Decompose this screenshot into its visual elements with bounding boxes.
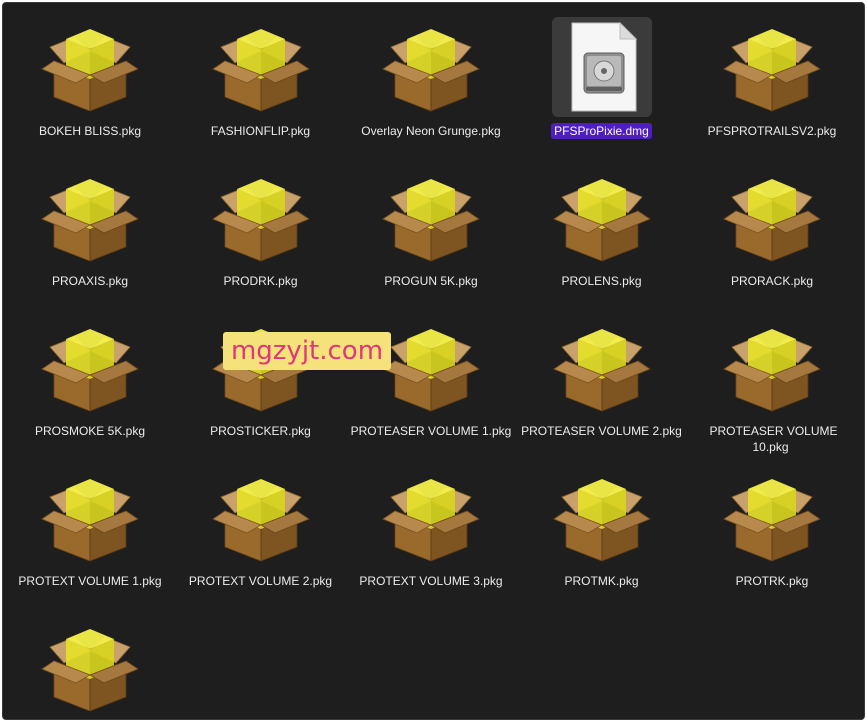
file-name-text: FASHIONFLIP.pkg (210, 124, 311, 138)
file-name-text: PROTRK.pkg (735, 574, 809, 588)
file-name-label[interactable]: PROGUN 5K.pkg (346, 273, 516, 289)
file-item[interactable]: PROSMOKE 5K.pkg (5, 303, 175, 453)
file-name-text: PROAXIS.pkg (51, 274, 129, 288)
file-name-label[interactable]: Overlay Neon Grunge.pkg (346, 123, 516, 139)
file-item[interactable]: PRORACK.pkg (687, 153, 857, 303)
file-name-text: PFSProPixie.dmg (551, 123, 652, 139)
file-name-label[interactable]: PROTEXT VOLUME 3.pkg (346, 573, 516, 589)
file-item[interactable]: PROTEXT VOLUME 1.pkg (5, 453, 175, 603)
package-icon[interactable] (40, 17, 140, 117)
file-item[interactable]: PROTMK.pkg (517, 453, 687, 603)
file-name-text: PROTEASER VOLUME 1.pkg (350, 424, 512, 438)
file-name-label[interactable]: PROTEASER VOLUME 1.pkg (346, 423, 516, 439)
package-icon[interactable] (722, 467, 822, 567)
file-item[interactable]: FASHIONFLIP.pkg (176, 3, 346, 153)
file-name-label[interactable]: PRORACK.pkg (687, 273, 857, 289)
file-name-text: PROTEXT VOLUME 1.pkg (18, 574, 162, 588)
file-name-label[interactable]: PROTEASER VOLUME 10.pkg (687, 423, 857, 455)
icon-grid: BOKEH BLISS.pkg FASHIONFLIP.pkg Overlay … (3, 3, 864, 719)
package-icon[interactable] (211, 467, 311, 567)
file-name-label[interactable]: PROLENS.pkg (517, 273, 687, 289)
file-item[interactable]: PROTEASER VOLUME 2.pkg (517, 303, 687, 453)
package-icon[interactable] (40, 617, 140, 717)
file-item[interactable]: PROSTICKER.pkg (176, 303, 346, 453)
package-icon[interactable] (722, 17, 822, 117)
file-name-label[interactable]: PRODRK.pkg (176, 273, 346, 289)
file-name-text: Overlay Neon Grunge.pkg (361, 124, 501, 138)
package-icon[interactable] (722, 167, 822, 267)
file-name-text: PROTEASER VOLUME 10.pkg (709, 424, 838, 454)
file-item[interactable]: PRODRK.pkg (176, 153, 346, 303)
file-item[interactable]: PROLENS.pkg (517, 153, 687, 303)
file-name-text: BOKEH BLISS.pkg (38, 124, 142, 138)
file-name-label[interactable]: PFSPROTRAILSV2.pkg (687, 123, 857, 139)
file-item[interactable]: BOKEH BLISS.pkg (5, 3, 175, 153)
file-name-text: PRODRK.pkg (223, 274, 298, 288)
file-name-text: PROSMOKE 5K.pkg (34, 424, 146, 438)
file-name-label[interactable]: PROAXIS.pkg (5, 273, 175, 289)
file-item[interactable]: PROTEASER VOLUME 1.pkg (346, 303, 516, 453)
package-icon[interactable] (552, 167, 652, 267)
package-icon[interactable] (722, 317, 822, 417)
file-item[interactable] (5, 603, 175, 719)
file-name-text: PROTEASER VOLUME 2.pkg (521, 424, 682, 438)
package-icon[interactable] (381, 467, 481, 567)
package-icon[interactable] (381, 317, 481, 417)
disk-image-icon[interactable] (551, 17, 652, 117)
file-name-label[interactable]: PROSMOKE 5K.pkg (5, 423, 175, 439)
file-item[interactable]: Overlay Neon Grunge.pkg (346, 3, 516, 153)
file-name-label[interactable]: PFSProPixie.dmg (517, 123, 687, 139)
package-icon[interactable] (552, 317, 652, 417)
package-icon[interactable] (40, 317, 140, 417)
file-name-label[interactable]: PROTEXT VOLUME 2.pkg (176, 573, 346, 589)
package-icon[interactable] (40, 167, 140, 267)
file-item[interactable]: PROGUN 5K.pkg (346, 153, 516, 303)
file-name-text: PROTMK.pkg (564, 574, 639, 588)
file-name-label[interactable]: FASHIONFLIP.pkg (176, 123, 346, 139)
file-name-text: PROTEXT VOLUME 3.pkg (359, 574, 503, 588)
package-icon[interactable] (381, 167, 481, 267)
package-icon[interactable] (211, 17, 311, 117)
file-item[interactable]: PFSPROTRAILSV2.pkg (687, 3, 857, 153)
file-name-text: PROTEXT VOLUME 2.pkg (188, 574, 333, 588)
file-name-label[interactable]: PROTMK.pkg (517, 573, 687, 589)
finder-window: BOKEH BLISS.pkg FASHIONFLIP.pkg Overlay … (2, 2, 865, 720)
file-item[interactable]: PROTRK.pkg (687, 453, 857, 603)
package-icon[interactable] (381, 17, 481, 117)
file-name-text: PROLENS.pkg (561, 274, 642, 288)
file-name-label[interactable]: PROSTICKER.pkg (176, 423, 346, 439)
file-item[interactable]: PROTEXT VOLUME 2.pkg (176, 453, 346, 603)
file-name-text: PRORACK.pkg (730, 274, 814, 288)
file-item[interactable]: PROTEXT VOLUME 3.pkg (346, 453, 516, 603)
package-icon[interactable] (552, 467, 652, 567)
file-name-label[interactable]: BOKEH BLISS.pkg (5, 123, 175, 139)
watermark: mgzyjt.com (223, 332, 391, 370)
file-name-label[interactable]: PROTRK.pkg (687, 573, 857, 589)
file-item[interactable]: PFSProPixie.dmg (517, 3, 687, 153)
file-name-text: PFSPROTRAILSV2.pkg (707, 124, 837, 138)
file-item[interactable]: PROAXIS.pkg (5, 153, 175, 303)
package-icon[interactable] (40, 467, 140, 567)
file-name-label[interactable]: PROTEASER VOLUME 2.pkg (517, 423, 687, 439)
file-name-label[interactable]: PROTEXT VOLUME 1.pkg (5, 573, 175, 589)
file-item[interactable]: PROTEASER VOLUME 10.pkg (687, 303, 857, 455)
file-name-text: PROGUN 5K.pkg (384, 274, 478, 288)
file-name-text: PROSTICKER.pkg (210, 424, 311, 438)
package-icon[interactable] (211, 167, 311, 267)
